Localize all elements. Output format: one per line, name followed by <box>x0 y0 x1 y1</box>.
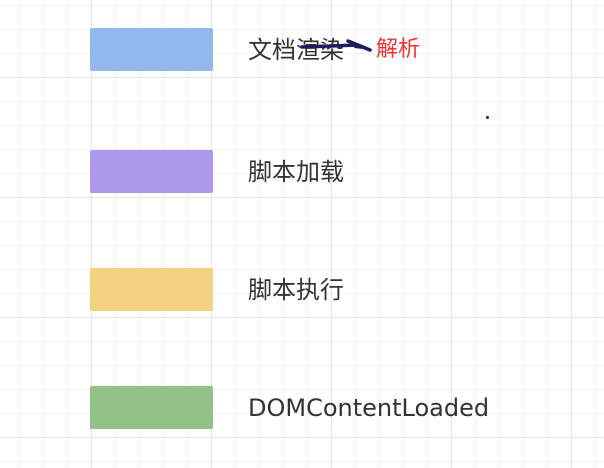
legend-label: 脚本加载 <box>248 158 344 186</box>
legend-swatch <box>90 150 213 193</box>
legend-swatch <box>90 386 213 429</box>
legend: 文档渲染 脚本加载 脚本执行 DOMContentLoaded <box>0 0 604 468</box>
legend-item-dom-content-loaded: DOMContentLoaded <box>90 386 570 430</box>
strikethrough-arrow <box>300 39 372 52</box>
legend-label: DOMContentLoaded <box>248 394 490 422</box>
legend-item-script-execute: 脚本执行 <box>90 268 570 312</box>
legend-swatch <box>90 268 213 311</box>
legend-label: 脚本执行 <box>248 276 344 304</box>
legend-item-script-load: 脚本加载 <box>90 150 570 194</box>
annotation-correction: 解析 <box>376 37 421 62</box>
stray-dot <box>486 116 489 119</box>
legend-swatch <box>90 28 213 71</box>
